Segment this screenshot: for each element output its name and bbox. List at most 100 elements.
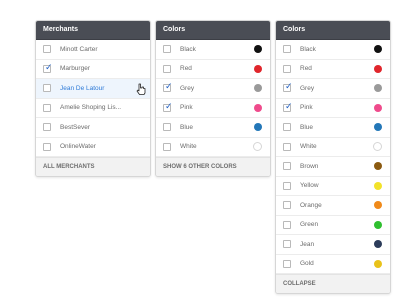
checkbox[interactable]: ✓ bbox=[43, 123, 51, 132]
color-swatch bbox=[374, 220, 382, 229]
list-item[interactable]: ✓ Jean bbox=[276, 235, 390, 255]
checkbox[interactable]: ✓ bbox=[283, 64, 291, 73]
list-item[interactable]: ✓ Pink bbox=[276, 99, 390, 118]
list-item[interactable]: ✓ Black bbox=[156, 40, 270, 60]
list-item[interactable]: ✓ Brown bbox=[276, 157, 390, 177]
item-label: Yellow bbox=[300, 182, 319, 190]
checkbox[interactable]: ✓ bbox=[163, 142, 171, 151]
checkbox[interactable]: ✓ bbox=[283, 259, 291, 268]
colors-panel-title: Colors bbox=[276, 21, 390, 40]
list-item[interactable]: ✓ White bbox=[156, 138, 270, 157]
hand-pointer-icon bbox=[136, 83, 146, 95]
checkbox[interactable]: ✓ bbox=[283, 142, 291, 151]
item-label: Green bbox=[300, 221, 319, 229]
list-item[interactable]: ✓ Grey bbox=[156, 79, 270, 99]
checkbox[interactable]: ✓ bbox=[43, 103, 51, 112]
collapse-button[interactable]: COLLAPSE bbox=[276, 274, 390, 293]
color-swatch bbox=[374, 259, 382, 268]
item-label: Amelie Shoping Lis... bbox=[60, 104, 122, 112]
color-swatch bbox=[373, 142, 382, 152]
item-label: Red bbox=[180, 65, 192, 73]
show-other-colors-button[interactable]: SHOW 6 OTHER COLORS bbox=[156, 157, 270, 176]
item-label: Gold bbox=[300, 260, 314, 268]
list-item[interactable]: ✓ Red bbox=[276, 60, 390, 79]
merchants-panel-title: Merchants bbox=[36, 21, 150, 40]
list-item[interactable]: ✓ Jean De Latour bbox=[36, 79, 150, 99]
all-merchants-button[interactable]: ALL MERCHANTS bbox=[36, 157, 150, 176]
checkbox[interactable]: ✓ bbox=[283, 181, 291, 190]
color-swatch bbox=[374, 181, 382, 190]
list-item[interactable]: ✓ Black bbox=[276, 40, 390, 60]
color-swatch bbox=[254, 84, 262, 93]
list-item[interactable]: ✓ OnlineWater bbox=[36, 138, 150, 157]
list-item[interactable]: ✓ Gold bbox=[276, 255, 390, 274]
checkbox[interactable]: ✓ bbox=[43, 45, 51, 54]
color-swatch bbox=[254, 123, 262, 132]
item-label: Jean bbox=[300, 240, 315, 248]
checkbox[interactable]: ✓ bbox=[163, 81, 173, 93]
color-swatch bbox=[254, 64, 262, 73]
color-swatch bbox=[374, 64, 382, 73]
checkmark-icon: ✓ bbox=[285, 81, 293, 92]
list-item[interactable]: ✓ Grey bbox=[276, 79, 390, 99]
item-label: OnlineWater bbox=[60, 143, 96, 151]
item-label: Blue bbox=[300, 123, 314, 131]
item-label: BestSever bbox=[60, 123, 90, 131]
list-item[interactable]: ✓ Blue bbox=[276, 118, 390, 138]
color-swatch bbox=[374, 201, 382, 210]
checkbox[interactable]: ✓ bbox=[163, 45, 171, 54]
item-label: White bbox=[300, 143, 317, 151]
checkbox[interactable]: ✓ bbox=[283, 45, 291, 54]
checkbox[interactable]: ✓ bbox=[283, 201, 291, 210]
checkbox[interactable]: ✓ bbox=[43, 142, 51, 151]
color-swatch bbox=[374, 240, 382, 249]
colors-panel-title: Colors bbox=[156, 21, 270, 40]
color-swatch bbox=[254, 103, 262, 112]
item-label: Blue bbox=[180, 123, 194, 131]
item-label: Jean De Latour bbox=[60, 84, 105, 92]
list-item[interactable]: ✓ White bbox=[276, 138, 390, 157]
color-swatch bbox=[253, 142, 262, 152]
color-swatch bbox=[374, 45, 382, 54]
checkbox[interactable]: ✓ bbox=[283, 162, 291, 171]
list-item[interactable]: ✓ Pink bbox=[156, 99, 270, 118]
checkmark-icon: ✓ bbox=[165, 100, 173, 111]
list-item[interactable]: ✓ Blue bbox=[156, 118, 270, 138]
list-item[interactable]: ✓ BestSever bbox=[36, 118, 150, 138]
colors-list: ✓ Black ✓ Red ✓ Grey ✓ Pink ✓ Blue ✓ White ✓ Brown ✓ Ye… bbox=[276, 40, 390, 274]
list-item[interactable]: ✓ Orange bbox=[276, 196, 390, 216]
colors-filter-panel-collapsed: Colors ✓ Black ✓ Red ✓ Grey ✓ Pink ✓ Blue ✓ White S… bbox=[155, 20, 271, 177]
item-label: Brown bbox=[300, 162, 319, 170]
item-label: Black bbox=[180, 45, 196, 53]
list-item[interactable]: ✓ Red bbox=[156, 60, 270, 79]
checkmark-icon: ✓ bbox=[165, 81, 173, 92]
checkbox[interactable]: ✓ bbox=[163, 100, 173, 112]
list-item[interactable]: ✓ Amelie Shoping Lis... bbox=[36, 99, 150, 118]
item-label: Marburger bbox=[60, 65, 90, 73]
color-swatch bbox=[374, 103, 382, 112]
item-label: Grey bbox=[180, 84, 195, 92]
checkbox[interactable]: ✓ bbox=[283, 123, 291, 132]
checkbox[interactable]: ✓ bbox=[43, 62, 53, 73]
item-label: Red bbox=[300, 65, 312, 73]
item-label: Minott Carter bbox=[60, 45, 98, 53]
list-item[interactable]: ✓ Marburger bbox=[36, 60, 150, 79]
color-swatch bbox=[254, 45, 262, 54]
item-label: Orange bbox=[300, 201, 322, 209]
list-item[interactable]: ✓ Green bbox=[276, 216, 390, 235]
checkbox[interactable]: ✓ bbox=[43, 84, 51, 93]
color-swatch bbox=[374, 123, 382, 132]
checkbox[interactable]: ✓ bbox=[163, 123, 171, 132]
checkbox[interactable]: ✓ bbox=[163, 64, 171, 73]
checkbox[interactable]: ✓ bbox=[283, 100, 293, 112]
checkmark-icon: ✓ bbox=[285, 100, 293, 111]
list-item[interactable]: ✓ Yellow bbox=[276, 177, 390, 196]
checkbox[interactable]: ✓ bbox=[283, 81, 293, 93]
list-item[interactable]: ✓ Minott Carter bbox=[36, 40, 150, 60]
colors-list: ✓ Black ✓ Red ✓ Grey ✓ Pink ✓ Blue ✓ White bbox=[156, 40, 270, 157]
checkbox[interactable]: ✓ bbox=[283, 220, 291, 229]
color-swatch bbox=[374, 84, 382, 93]
item-label: White bbox=[180, 143, 197, 151]
checkbox[interactable]: ✓ bbox=[283, 240, 291, 249]
merchants-list: ✓Minott Carter✓Marburger✓Jean De Latour✓… bbox=[36, 40, 150, 157]
